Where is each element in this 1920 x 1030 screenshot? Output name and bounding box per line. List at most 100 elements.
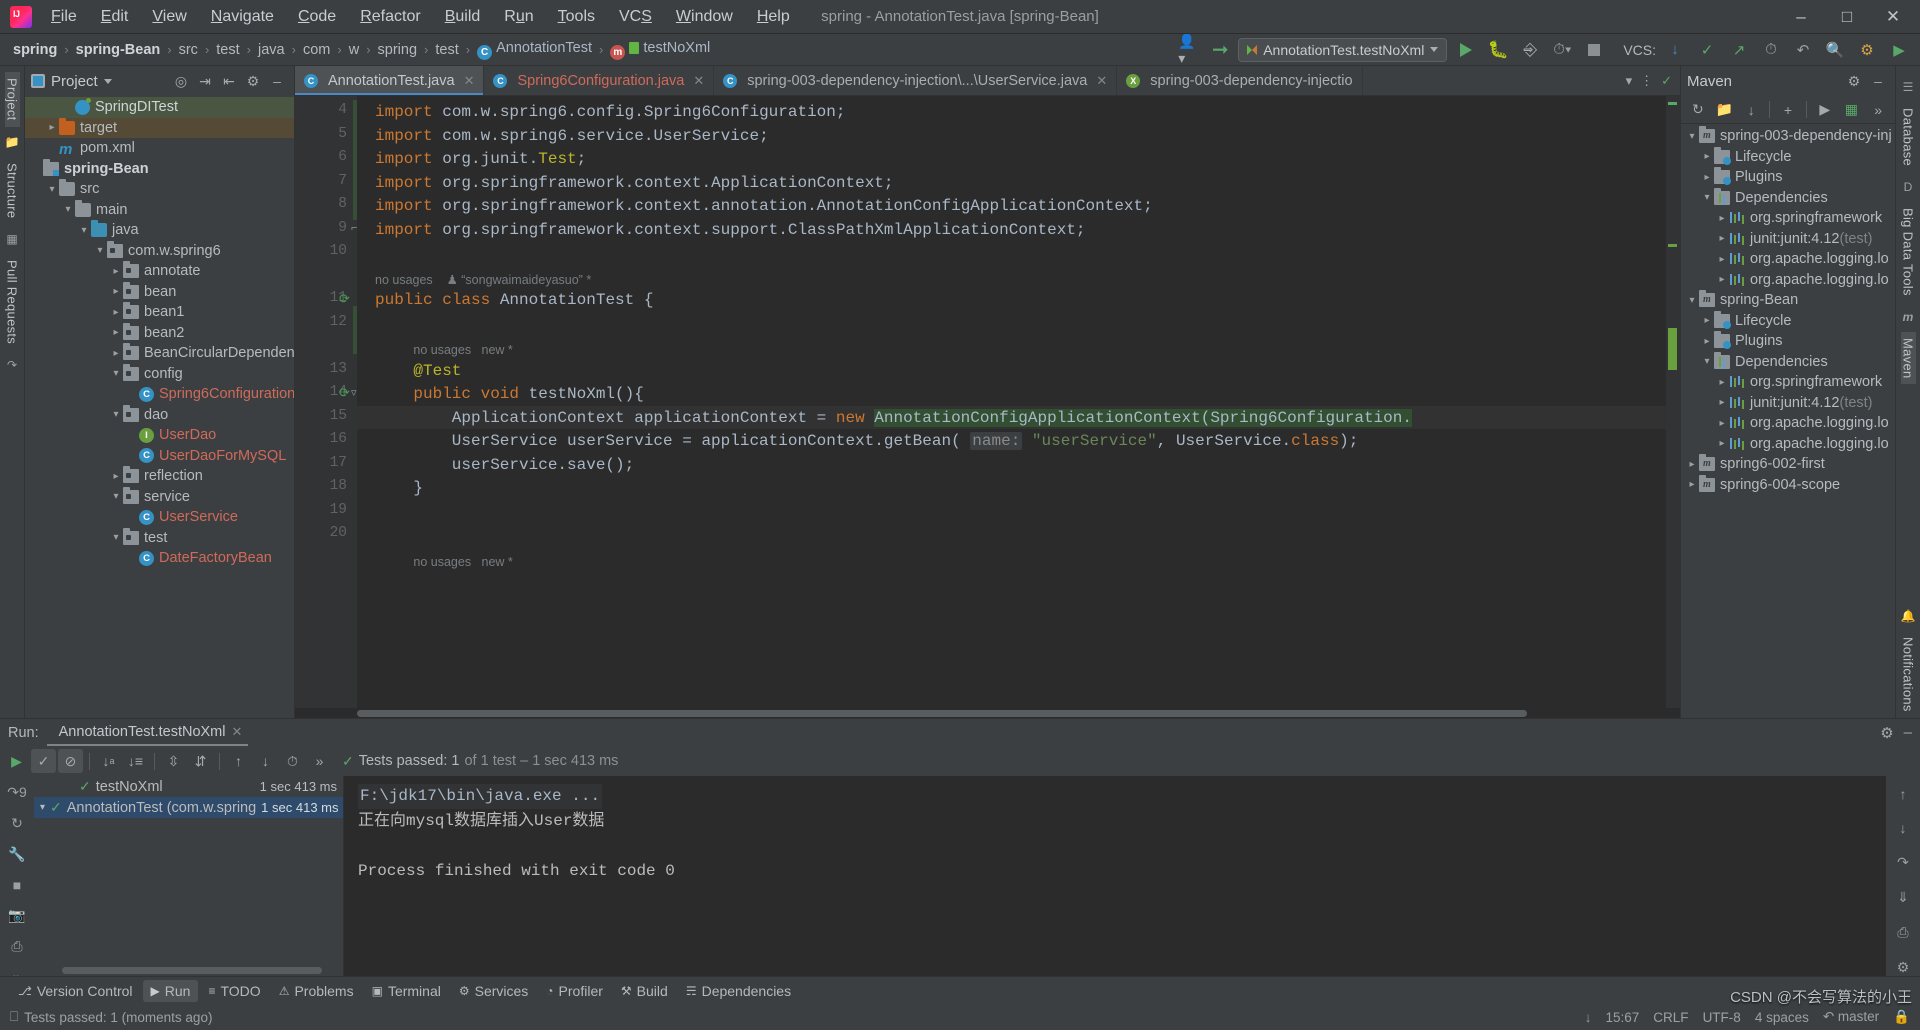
debug-icon[interactable]: ↷9 <box>7 784 27 801</box>
test-results-tree[interactable]: ✓ testNoXml 1 sec 413 ms ▾ ✓ AnnotationTest (… <box>34 776 344 976</box>
maven-tree-row[interactable]: ▸ org.springframework <box>1681 372 1895 393</box>
fold-icon[interactable]: ▿ <box>351 386 357 399</box>
maven-tree-row[interactable]: ▾ spring-Bean <box>1681 290 1895 311</box>
sort-alphabetically-icon[interactable]: ↓ a <box>96 749 121 773</box>
run-icon[interactable] <box>1453 38 1479 62</box>
editor-gutter[interactable]: 4 5 6 7 8 9 ⌐ 10 11 ⟳ 12 13 14 ⟳ ▿ 15 16 17 18 19 20 <box>295 96 357 708</box>
vcs-update-icon[interactable]: ↓ <box>1662 38 1688 62</box>
tool-button-big-data-tools[interactable]: Big Data Tools <box>1901 202 1916 302</box>
maven-tree-row[interactable]: ▸ Plugins <box>1681 167 1895 188</box>
code-line[interactable]: public void testNoXml(){ <box>413 383 643 407</box>
project-tree-row[interactable]: ▸ BeanCircularDependency <box>25 343 294 364</box>
maven-tree-row[interactable]: ▸ org.apache.logging.lo <box>1681 413 1895 434</box>
maven-tree-row[interactable]: ▸ org.apache.logging.lo <box>1681 434 1895 455</box>
big-data-icon[interactable]: D <box>1904 180 1913 194</box>
maven-tree-row[interactable]: ▸ org.springframework <box>1681 208 1895 229</box>
tool-button-database[interactable]: Database <box>1901 102 1916 172</box>
editor-viewport[interactable]: 4 5 6 7 8 9 ⌐ 10 11 ⟳ 12 13 14 ⟳ ▿ 15 16 17 18 19 20 import … <box>295 96 1680 708</box>
scroll-up-icon[interactable]: ↑ <box>1900 786 1907 802</box>
tool-window-button-services[interactable]: ⚙ Services <box>451 980 536 1002</box>
console-output[interactable]: F:\jdk17\bin\java.exe ... 正在向mysql数据库插入Us… <box>344 776 1886 976</box>
menu-refactor[interactable]: Refactor <box>349 5 431 29</box>
close-icon[interactable]: ✕ <box>231 724 242 740</box>
settings-icon[interactable]: ⚙ <box>1854 38 1880 62</box>
project-tree-row[interactable]: C UserDaoForMySQL <box>25 446 294 467</box>
maven-tree-row[interactable]: ▸ org.apache.logging.lo <box>1681 249 1895 270</box>
breadcrumb-item-4[interactable]: java <box>255 41 288 59</box>
menu-window[interactable]: Window <box>665 5 744 29</box>
menu-bar[interactable]: File Edit View Navigate Code Refactor Bu… <box>40 5 801 29</box>
more-icon[interactable]: » <box>1865 98 1891 122</box>
tool-window-button-run[interactable]: ▶ Run <box>142 979 199 1002</box>
collapse-all-icon[interactable]: ⇤ <box>218 70 240 92</box>
chevron-down-icon[interactable]: ▾ <box>40 802 45 813</box>
run-icon[interactable]: ▶ <box>1812 98 1838 122</box>
account-icon[interactable]: 👤▾ <box>1178 33 1202 66</box>
project-tree-row[interactable]: SpringDITest <box>25 97 294 118</box>
locate-icon[interactable]: ◎ <box>170 70 192 92</box>
chevron-down-icon[interactable]: ▾ <box>93 245 107 256</box>
project-tree-row[interactable]: C DateFactoryBean <box>25 548 294 569</box>
code-line[interactable]: import com.w.spring6.service.UserService… <box>375 125 769 149</box>
code-content[interactable]: import com.w.spring6.config.Spring6Confi… <box>357 96 1666 708</box>
chevron-down-icon[interactable]: ▾ <box>109 532 123 543</box>
tool-button-maven[interactable]: Maven <box>1900 331 1916 385</box>
caret-position[interactable]: 15:67 <box>1606 1010 1640 1025</box>
breadcrumb-item-class[interactable]: C AnnotationTest <box>474 39 595 61</box>
project-tree-row[interactable]: ▸ bean1 <box>25 302 294 323</box>
menu-navigate[interactable]: Navigate <box>200 5 285 29</box>
editor-tab[interactable]: C AnnotationTest.java ✕ <box>295 66 485 95</box>
code-line[interactable]: import org.springframework.context.suppo… <box>375 219 1086 243</box>
show-ignored-icon[interactable]: ⊘ <box>58 749 83 773</box>
chevron-right-icon[interactable]: ▸ <box>1715 397 1729 408</box>
project-tree-row[interactable]: ▾ java <box>25 220 294 241</box>
editor-tab[interactable]: Xspring-003-dependency-injectio <box>1117 66 1363 95</box>
maven-tree-row[interactable]: ▸ junit:junit:4.12 (test) <box>1681 229 1895 250</box>
chevron-right-icon[interactable]: ▸ <box>1700 315 1714 326</box>
test-tree-scrollbar[interactable] <box>62 967 322 974</box>
add-icon[interactable]: + <box>1775 98 1801 122</box>
chevron-right-icon[interactable]: ▸ <box>45 122 59 133</box>
run-gutter-icon[interactable]: ⟳ <box>339 291 350 307</box>
code-line[interactable]: public class AnnotationTest { <box>375 289 653 313</box>
menu-file[interactable]: File <box>40 5 88 29</box>
tool-window-button-build[interactable]: ⚒ Build <box>613 980 676 1002</box>
breadcrumb-item-0[interactable]: spring <box>10 41 60 59</box>
scroll-down-icon[interactable]: ↓ <box>1900 820 1907 836</box>
code-line[interactable]: @Test <box>413 360 461 384</box>
code-line[interactable]: UserService userService = applicationCon… <box>452 430 1358 454</box>
gear-icon[interactable]: ⚙ <box>1843 70 1865 92</box>
line-separator[interactable]: CRLF <box>1653 1010 1688 1025</box>
gear-icon[interactable]: ⚙ <box>1880 724 1893 742</box>
indent-setting[interactable]: 4 spaces <box>1755 1010 1809 1025</box>
maven-tree-row[interactable]: ▸ junit:junit:4.12 (test) <box>1681 393 1895 414</box>
chevron-down-icon[interactable]: ▾ <box>1685 295 1699 306</box>
rollback-icon[interactable]: ↶ <box>1790 38 1816 62</box>
chevron-down-icon[interactable]: ▾ <box>1700 192 1714 203</box>
rerun-icon[interactable]: ▶ <box>4 749 29 773</box>
run-with-coverage-icon[interactable]: ⎆ <box>1517 38 1543 62</box>
maven-toolbar[interactable]: ↻ 📁 ↓ + ▶ ▦ » <box>1681 96 1895 124</box>
chevron-down-icon[interactable]: ▾ <box>109 409 123 420</box>
tool-button-pull-requests[interactable]: Pull Requests <box>5 254 20 350</box>
menu-edit[interactable]: Edit <box>90 5 140 29</box>
breadcrumb[interactable]: spring › spring-Bean › src › test › java… <box>10 39 713 61</box>
soft-wrap-icon[interactable]: ↷ <box>1897 854 1909 871</box>
maven-tree-row[interactable]: ▸ Lifecycle <box>1681 310 1895 332</box>
test-tree-row[interactable]: ✓ testNoXml 1 sec 413 ms <box>34 776 343 797</box>
project-tree-row[interactable]: ▾ dao <box>25 404 294 426</box>
maven-tree-row[interactable]: ▸ spring6-002-first <box>1681 454 1895 475</box>
chevron-down-icon[interactable]: ▾ <box>1700 356 1714 367</box>
chevron-down-icon[interactable]: ▾ <box>109 368 123 379</box>
chevron-right-icon[interactable]: ▸ <box>1685 459 1699 470</box>
download-sources-icon[interactable]: ↓ <box>1738 98 1764 122</box>
wrench-icon[interactable]: 🔧 <box>8 846 25 863</box>
tool-window-button-profiler[interactable]: ◔ Profiler <box>538 980 611 1002</box>
expand-all-icon[interactable]: ⇳ <box>161 749 186 773</box>
project-tree-row[interactable]: spring-Bean <box>25 158 294 180</box>
menu-build[interactable]: Build <box>434 5 492 29</box>
next-failed-icon[interactable]: ↓ <box>253 749 278 773</box>
search-everywhere-icon[interactable]: 🔍 <box>1822 38 1848 62</box>
scrollbar-thumb[interactable] <box>357 710 1527 717</box>
more-icon[interactable]: ⚙ <box>1897 959 1910 976</box>
